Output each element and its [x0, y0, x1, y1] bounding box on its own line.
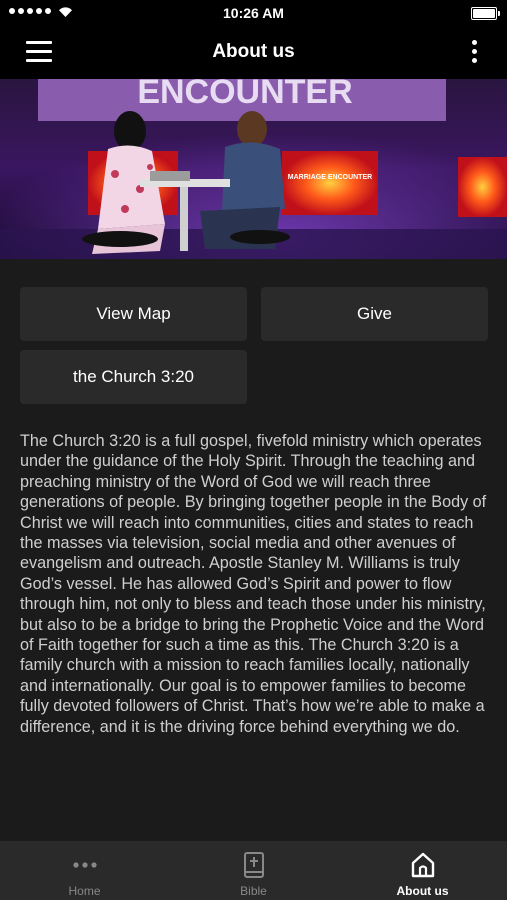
battery-icon: [471, 7, 500, 20]
home-icon: [338, 851, 507, 879]
view-map-button[interactable]: View Map: [20, 287, 247, 341]
tab-about-us-label: About us: [396, 884, 449, 898]
status-time: 10:26 AM: [223, 5, 284, 21]
church-button[interactable]: the Church 3:20: [20, 350, 247, 404]
nav-bar: About us: [0, 26, 507, 79]
tab-home[interactable]: Home: [0, 841, 169, 900]
tab-bible[interactable]: Bible: [169, 841, 338, 900]
bible-icon: [169, 851, 338, 879]
tab-about-us[interactable]: About us: [338, 841, 507, 900]
status-bar: 10:26 AM: [0, 0, 507, 26]
give-button[interactable]: Give: [261, 287, 488, 341]
more-dots-icon: [0, 851, 169, 879]
hero-image: ENCOUNTER MARRIAGE ENCOUNTER: [0, 79, 507, 259]
tab-bar: Home Bible About us: [0, 841, 507, 900]
about-description: The Church 3:20 is a full gospel, fivefo…: [20, 432, 487, 736]
tab-bible-label: Bible: [240, 884, 267, 898]
hero-screen-text: MARRIAGE ENCOUNTER: [288, 174, 372, 181]
hero-sign-text: ENCOUNTER: [137, 79, 352, 111]
more-options-icon[interactable]: [469, 40, 479, 66]
page-title: About us: [212, 41, 295, 62]
tab-home-label: Home: [68, 884, 101, 898]
